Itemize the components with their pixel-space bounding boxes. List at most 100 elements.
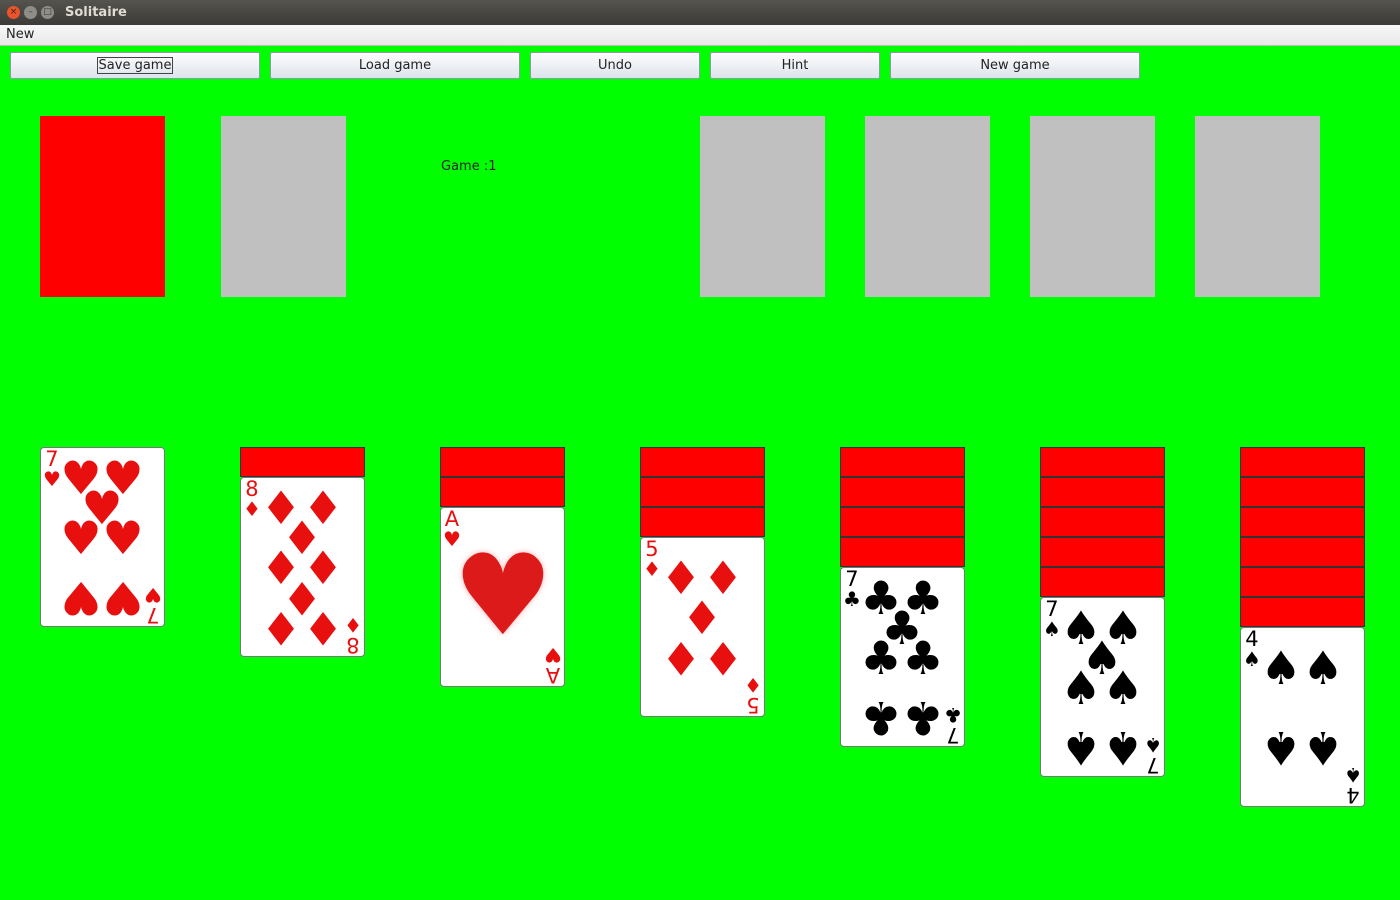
face-down-card [1040, 477, 1165, 507]
card-index-bottom: 7 ♠ [1144, 733, 1162, 777]
face-down-card [640, 507, 765, 537]
heart-icon: ♥ [102, 511, 144, 565]
face-down-card [240, 447, 365, 477]
spade-icon: ♠ [1243, 647, 1261, 671]
diamond-icon: ♦ [243, 497, 261, 521]
menu-new[interactable]: New [6, 27, 34, 42]
club-icon: ♣ [860, 631, 902, 685]
card-index-top: 4 ♠ [1243, 629, 1261, 671]
card-rank: 7 [946, 723, 960, 747]
card-rank: A [545, 663, 561, 687]
large-heart-icon: ♥ [452, 531, 554, 661]
club-icon: ♣ [843, 587, 861, 611]
club-icon: ♣ [860, 691, 902, 745]
hint-label: Hint [781, 58, 809, 73]
foundation-4[interactable] [1195, 116, 1320, 297]
diamond-icon: ♦ [260, 601, 302, 655]
card-index-top: 7 ♠ [1043, 599, 1061, 641]
card-index-top: 7 ♥ [43, 449, 61, 491]
card-index-bottom: 4 ♠ [1344, 763, 1362, 807]
heart-icon: ♥ [60, 511, 102, 565]
spade-icon: ♠ [1260, 641, 1302, 695]
card-rank: 7 [1146, 753, 1160, 777]
heart-icon: ♥ [144, 583, 162, 607]
spade-icon: ♠ [1302, 641, 1344, 695]
tableau-card-2[interactable]: 8 ♦ ♦ ♦ ♦ ♦ ♦ ♦ ♦ ♦ 8 ♦ [240, 477, 365, 657]
face-down-card [640, 447, 765, 477]
diamond-icon: ♦ [702, 631, 744, 685]
card-index-top: 5 ♦ [643, 539, 661, 581]
card-index-bottom: 7 ♥ [144, 583, 162, 627]
tableau-card-7[interactable]: 4 ♠ ♠ ♠ ♠ ♠ 4 ♠ [1240, 627, 1365, 807]
card-index-top: 8 ♦ [243, 479, 261, 521]
face-down-card [1240, 447, 1365, 477]
tableau-card-5[interactable]: 7 ♣ ♣ ♣ ♣ ♣ ♣ ♣ ♣ 7 ♣ [840, 567, 965, 747]
heart-icon: ♥ [60, 571, 102, 625]
face-down-card [1240, 597, 1365, 627]
diamond-icon: ♦ [744, 673, 762, 697]
spade-icon: ♠ [1344, 763, 1362, 787]
window-title: Solitaire [65, 5, 127, 20]
face-down-card [440, 477, 565, 507]
diamond-icon: ♦ [344, 613, 362, 637]
face-down-card [440, 447, 565, 477]
foundation-3[interactable] [1030, 116, 1155, 297]
spade-icon: ♠ [1060, 721, 1102, 775]
new-game-button[interactable]: New game [890, 52, 1140, 79]
spade-icon: ♠ [1043, 617, 1061, 641]
card-rank: 5 [746, 693, 760, 717]
card-index-bottom: 8 ♦ [344, 613, 362, 657]
tableau-card-4[interactable]: 5 ♦ ♦ ♦ ♦ ♦ ♦ 5 ♦ [640, 537, 765, 717]
spade-icon: ♠ [1060, 661, 1102, 715]
heart-icon: ♥ [102, 571, 144, 625]
tableau-card-3[interactable]: A ♥ ♥ A ♥ [440, 507, 565, 687]
face-down-card [840, 507, 965, 537]
card-rank: 8 [346, 633, 360, 657]
minimize-window-icon[interactable]: – [24, 6, 37, 19]
new-game-label: New game [980, 58, 1050, 73]
waste-pile[interactable] [221, 116, 346, 297]
face-down-card [1040, 537, 1165, 567]
foundation-2[interactable] [865, 116, 990, 297]
diamond-icon: ♦ [660, 631, 702, 685]
undo-button[interactable]: Undo [530, 52, 700, 79]
club-icon: ♣ [902, 631, 944, 685]
card-rank: 7 [146, 603, 160, 627]
face-down-card [1040, 507, 1165, 537]
card-index-bottom: 5 ♦ [744, 673, 762, 717]
face-down-card [1240, 537, 1365, 567]
face-down-card [1040, 447, 1165, 477]
card-index-bottom: 7 ♣ [944, 703, 962, 747]
spade-icon: ♠ [1302, 721, 1344, 775]
load-game-label: Load game [358, 58, 432, 73]
card-rank: 4 [1346, 783, 1360, 807]
heart-icon: ♥ [43, 467, 61, 491]
diamond-icon: ♦ [302, 601, 344, 655]
save-game-button[interactable]: Save game [10, 52, 260, 79]
load-game-button[interactable]: Load game [270, 52, 520, 79]
foundation-1[interactable] [700, 116, 825, 297]
tableau-card-6[interactable]: 7 ♠ ♠ ♠ ♠ ♠ ♠ ♠ ♠ 7 ♠ [1040, 597, 1165, 777]
face-down-card [840, 537, 965, 567]
maximize-window-icon[interactable]: □ [41, 6, 54, 19]
face-down-card [640, 477, 765, 507]
club-icon: ♣ [902, 691, 944, 745]
face-down-card [840, 477, 965, 507]
spade-icon: ♠ [1260, 721, 1302, 775]
face-down-card [1240, 477, 1365, 507]
heart-icon: ♥ [544, 643, 562, 667]
undo-label: Undo [598, 58, 632, 73]
stock-pile[interactable] [40, 116, 165, 297]
spade-icon: ♠ [1102, 661, 1144, 715]
window-titlebar: × – □ Solitaire [0, 0, 1400, 25]
card-index-top: 7 ♣ [843, 569, 861, 611]
hint-button[interactable]: Hint [710, 52, 880, 79]
save-game-label: Save game [96, 57, 174, 74]
menubar: New [0, 25, 1400, 46]
game-counter: Game :1 [441, 159, 497, 174]
face-down-card [1240, 507, 1365, 537]
face-down-card [840, 447, 965, 477]
diamond-icon: ♦ [643, 557, 661, 581]
close-window-icon[interactable]: × [7, 6, 20, 19]
tableau-card-1[interactable]: 7 ♥ ♥ ♥ ♥ ♥ ♥ ♥ ♥ 7 ♥ [40, 447, 165, 627]
